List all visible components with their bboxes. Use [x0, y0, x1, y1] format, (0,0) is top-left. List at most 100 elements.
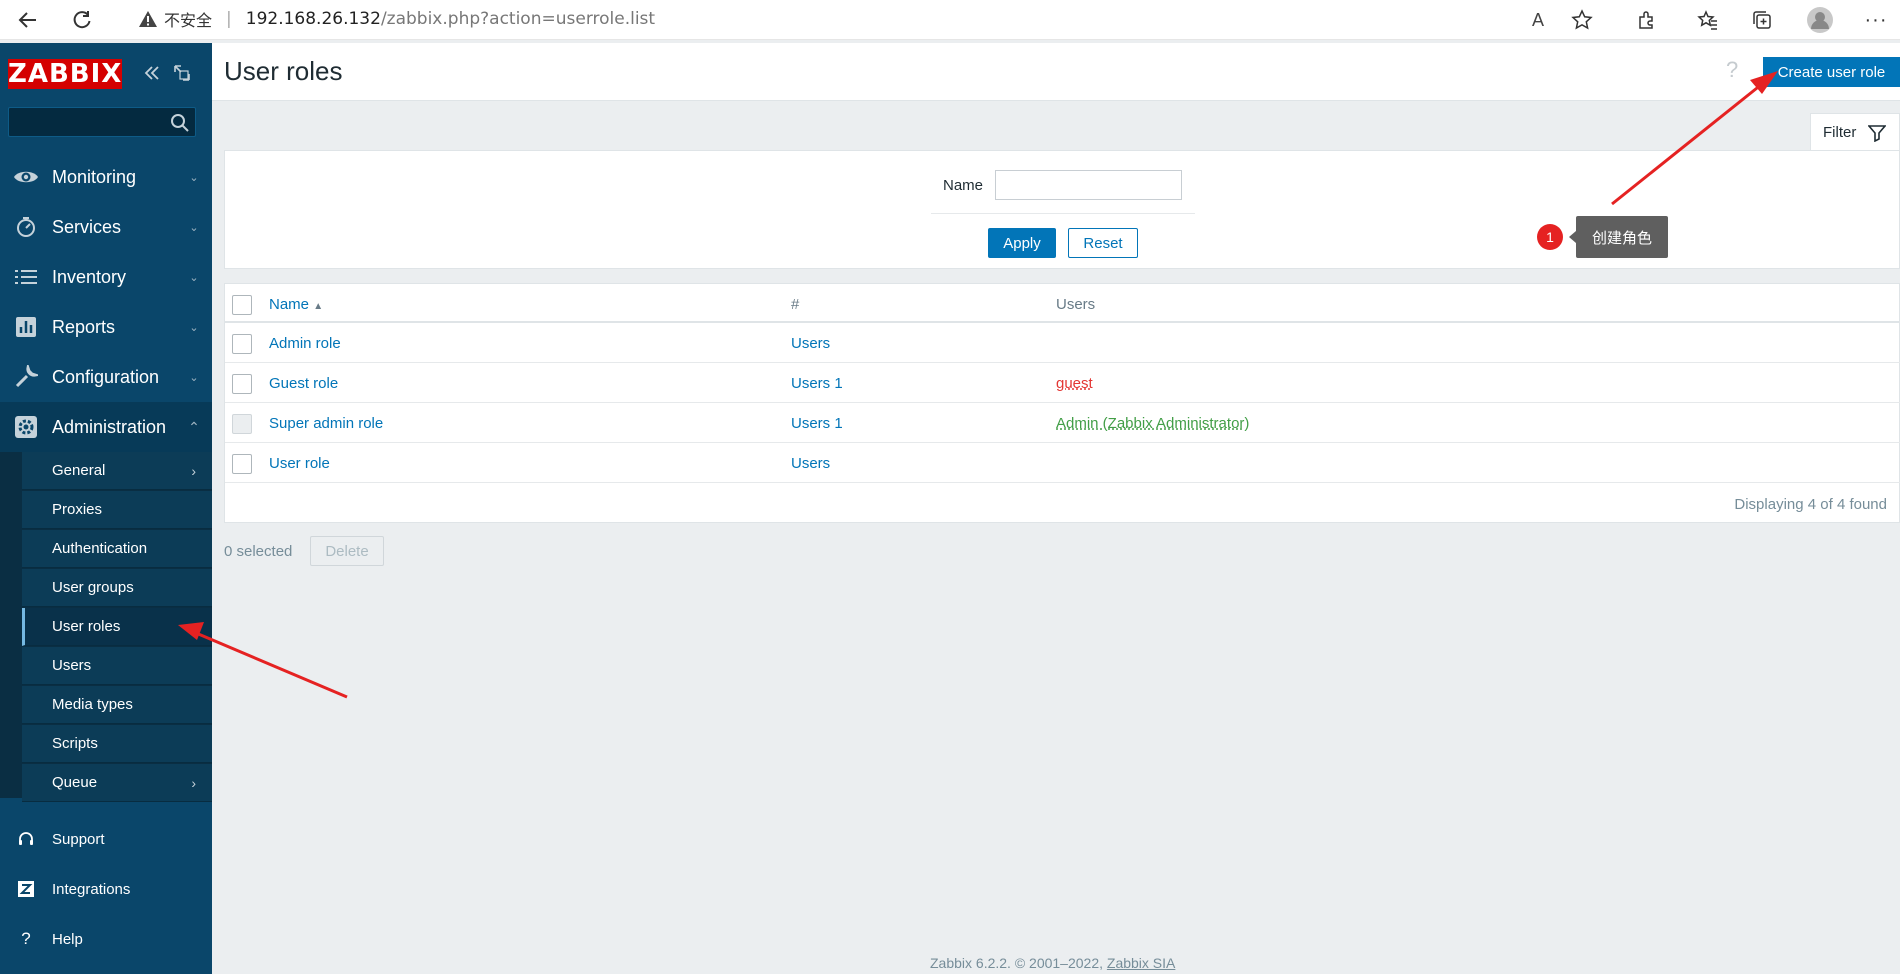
- column-header-name[interactable]: Name ▲: [269, 296, 323, 313]
- sidebar-search-input[interactable]: [8, 107, 196, 137]
- reset-button[interactable]: Reset: [1068, 228, 1138, 258]
- page-title: User roles: [224, 56, 343, 86]
- role-users-count-link[interactable]: Users: [791, 335, 830, 352]
- browser-toolbar: 不安全 | 192.168.26.132/zabbix.php?action=u…: [0, 0, 1900, 40]
- address-bar[interactable]: 不安全 | 192.168.26.132/zabbix.php?action=u…: [118, 2, 1498, 36]
- submenu-label: Scripts: [52, 735, 98, 752]
- profile-avatar-icon[interactable]: [1806, 6, 1834, 34]
- menu-monitoring[interactable]: Monitoring ⌄: [0, 152, 212, 202]
- extensions-icon[interactable]: [1632, 6, 1660, 34]
- annotation-step-number: 1: [1537, 224, 1563, 250]
- menu-label: Monitoring: [52, 166, 137, 187]
- chevron-right-icon: ›: [191, 775, 196, 791]
- menu-label: Services: [52, 216, 122, 237]
- role-user-link[interactable]: guest: [1056, 375, 1093, 392]
- filter-divider: [931, 213, 1195, 214]
- favorites-icon[interactable]: [1694, 6, 1722, 34]
- create-user-role-button[interactable]: Create user role: [1763, 57, 1900, 87]
- filter-tab-label: Filter: [1823, 124, 1857, 141]
- menu-support[interactable]: Support: [0, 817, 212, 861]
- row-checkbox[interactable]: [232, 374, 252, 394]
- menu-integrations[interactable]: Integrations: [0, 867, 212, 911]
- menu-configuration[interactable]: Configuration ⌄: [0, 352, 212, 402]
- submenu-label: Authentication: [52, 540, 148, 557]
- role-name-link[interactable]: Super admin role: [269, 415, 383, 432]
- submenu-users[interactable]: Users: [22, 647, 212, 685]
- headset-icon: [0, 831, 52, 847]
- role-name-link[interactable]: Admin role: [269, 335, 341, 352]
- zabbix-z-icon: [0, 881, 52, 897]
- submenu-label: User groups: [52, 579, 134, 596]
- role-user-link[interactable]: Admin (Zabbix Administrator): [1056, 415, 1249, 432]
- chevron-down-icon: ⌄: [189, 221, 199, 234]
- submenu-queue[interactable]: Queue ›: [22, 764, 212, 802]
- menu-label: Reports: [52, 316, 116, 337]
- select-all-checkbox[interactable]: [232, 295, 252, 315]
- name-filter-input[interactable]: [995, 170, 1182, 200]
- role-name-link[interactable]: User role: [269, 455, 330, 472]
- menu-administration[interactable]: Administration ⌃: [0, 402, 212, 452]
- page-header: User roles ? Create user role: [212, 43, 1900, 101]
- table-row: Admin role Users: [225, 323, 1900, 363]
- column-header-count: #: [791, 296, 800, 313]
- selected-count: 0 selected: [224, 543, 293, 560]
- column-header-label: Name: [269, 296, 310, 313]
- kiosk-mode-icon[interactable]: [172, 63, 192, 83]
- address-separator: |: [226, 9, 232, 29]
- wrench-icon: [0, 365, 52, 389]
- list-icon: [0, 268, 52, 286]
- menu-help[interactable]: ? Help: [0, 917, 212, 961]
- submenu-label: General: [52, 462, 106, 479]
- back-arrow-icon[interactable]: [14, 6, 42, 34]
- help-icon[interactable]: ?: [1726, 57, 1738, 83]
- submenu-user-roles[interactable]: User roles: [22, 608, 212, 646]
- stopwatch-icon: [0, 216, 52, 238]
- table-row: User role Users: [225, 443, 1900, 483]
- delete-button: Delete: [310, 536, 384, 566]
- submenu-general[interactable]: General ›: [22, 452, 212, 490]
- row-checkbox[interactable]: [232, 454, 252, 474]
- sort-ascending-icon: ▲: [313, 301, 324, 312]
- annotation-tooltip: 创建角色: [1569, 216, 1668, 258]
- submenu-label: User roles: [52, 618, 121, 635]
- footer-link[interactable]: Zabbix SIA: [1107, 955, 1175, 971]
- submenu-label: Media types: [52, 696, 133, 713]
- read-aloud-icon[interactable]: A: [1524, 6, 1552, 34]
- filter-tab[interactable]: Filter: [1810, 113, 1900, 151]
- add-favorite-icon[interactable]: [1568, 6, 1596, 34]
- column-header-users: Users: [1056, 296, 1096, 313]
- security-label: 不安全: [164, 11, 213, 30]
- name-filter-label: Name: [943, 177, 984, 194]
- role-users-count-link[interactable]: Users 1: [791, 375, 843, 392]
- submenu-authentication[interactable]: Authentication: [22, 530, 212, 568]
- search-icon[interactable]: [170, 113, 190, 133]
- role-users-count-link[interactable]: Users: [791, 455, 830, 472]
- apply-button[interactable]: Apply: [988, 228, 1056, 258]
- zabbix-logo[interactable]: ZABBIX: [8, 59, 122, 89]
- collections-icon[interactable]: [1748, 6, 1776, 34]
- menu-label: Help: [52, 930, 83, 948]
- more-options-icon[interactable]: ···: [1862, 6, 1890, 34]
- menu-services[interactable]: Services ⌄: [0, 202, 212, 252]
- submenu-label: Queue: [52, 774, 98, 791]
- role-name-link[interactable]: Guest role: [269, 375, 338, 392]
- menu-reports[interactable]: Reports ⌄: [0, 302, 212, 352]
- collapse-sidebar-icon[interactable]: [142, 63, 162, 83]
- menu-label: Configuration: [52, 366, 160, 387]
- row-checkbox[interactable]: [232, 334, 252, 354]
- submenu-proxies[interactable]: Proxies: [22, 491, 212, 529]
- submenu-media-types[interactable]: Media types: [22, 686, 212, 724]
- chevron-down-icon: ⌄: [189, 321, 199, 334]
- menu-inventory[interactable]: Inventory ⌄: [0, 252, 212, 302]
- sidebar: ZABBIX Monitoring ⌄ Services ⌄ Inventory…: [0, 43, 212, 974]
- url-path: /zabbix.php?action=userrole.list: [380, 9, 656, 29]
- submenu-label: Proxies: [52, 501, 103, 518]
- submenu-user-groups[interactable]: User groups: [22, 569, 212, 607]
- role-users-count-link[interactable]: Users 1: [791, 415, 843, 432]
- page-footer: Zabbix 6.2.2. © 2001–2022, Zabbix SIA: [930, 955, 1175, 971]
- chevron-right-icon: ›: [191, 463, 196, 479]
- footer-text: Zabbix 6.2.2. © 2001–2022,: [930, 955, 1103, 971]
- reload-icon[interactable]: [68, 6, 96, 34]
- submenu-scripts[interactable]: Scripts: [22, 725, 212, 763]
- menu-label: Inventory: [52, 266, 127, 287]
